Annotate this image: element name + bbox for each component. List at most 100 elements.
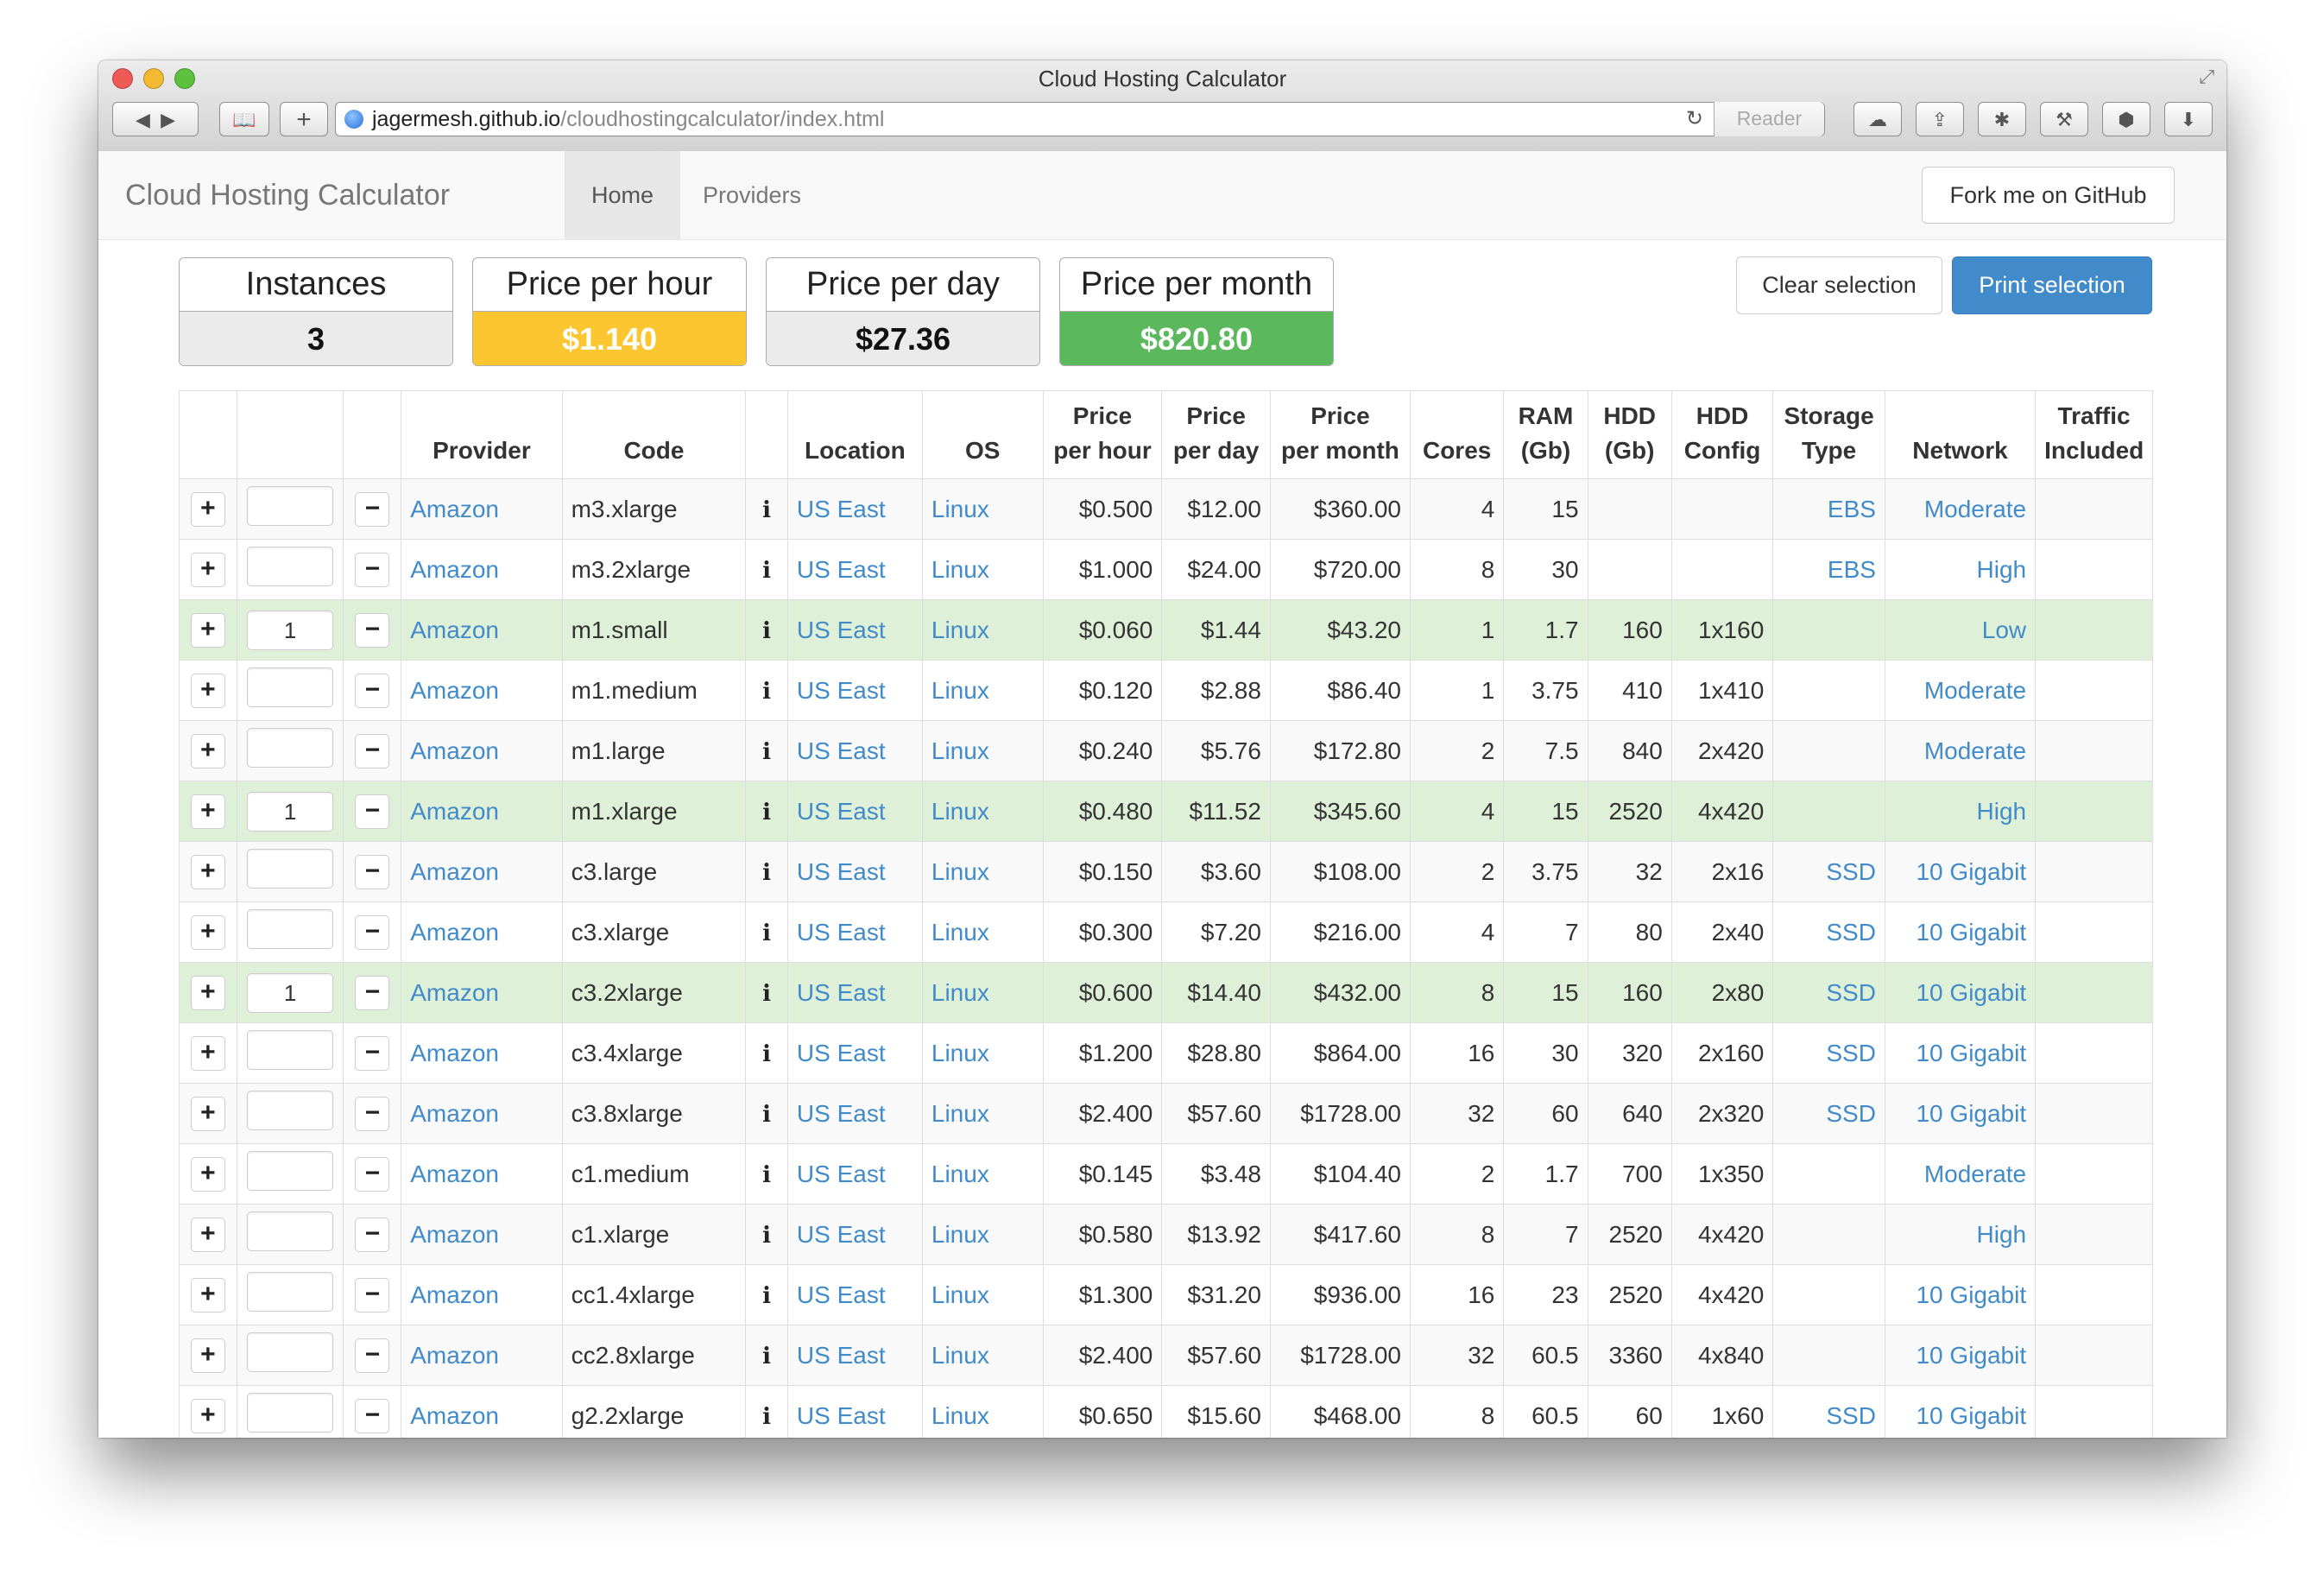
decrement-button[interactable]: − <box>355 1217 390 1252</box>
increment-button[interactable]: + <box>190 491 225 527</box>
col-ram[interactable]: RAM (Gb) <box>1503 390 1588 479</box>
network-link[interactable]: High <box>1884 539 2037 600</box>
location-link[interactable]: US East <box>786 781 923 842</box>
network-link[interactable]: Moderate <box>1884 660 2037 721</box>
increment-button[interactable]: + <box>190 1035 225 1071</box>
quantity-input[interactable] <box>247 1393 334 1433</box>
info-icon[interactable]: i <box>762 1041 771 1067</box>
col-price-month[interactable]: Price per month <box>1269 390 1411 479</box>
provider-link[interactable]: Amazon <box>401 781 563 842</box>
info-icon[interactable]: i <box>762 558 771 584</box>
info-icon[interactable]: i <box>762 981 771 1007</box>
decrement-button[interactable]: − <box>355 914 390 950</box>
col-cores[interactable]: Cores <box>1409 390 1505 479</box>
location-link[interactable]: US East <box>786 1325 923 1386</box>
decrement-button[interactable]: − <box>355 673 390 708</box>
os-link[interactable]: Linux <box>921 841 1044 902</box>
shield-icon[interactable]: ⬢ <box>2102 102 2150 136</box>
puzzle-icon[interactable]: ✱ <box>1978 102 2026 136</box>
decrement-button[interactable]: − <box>355 1398 390 1433</box>
location-link[interactable]: US East <box>786 660 923 721</box>
increment-button[interactable]: + <box>190 1217 225 1252</box>
quantity-input[interactable]: 1 <box>247 791 334 832</box>
increment-button[interactable]: + <box>190 1338 225 1373</box>
provider-link[interactable]: Amazon <box>401 1022 563 1084</box>
os-link[interactable]: Linux <box>921 539 1044 600</box>
col-price-hour[interactable]: Price per hour <box>1042 390 1163 479</box>
storage-type-link[interactable] <box>1772 720 1885 781</box>
col-provider[interactable]: Provider <box>401 390 563 479</box>
os-link[interactable]: Linux <box>921 1083 1044 1144</box>
provider-link[interactable]: Amazon <box>401 1083 563 1144</box>
storage-type-link[interactable]: SSD <box>1772 901 1885 963</box>
os-link[interactable]: Linux <box>921 720 1044 781</box>
decrement-button[interactable]: − <box>355 794 390 829</box>
storage-type-link[interactable]: SSD <box>1772 1385 1885 1438</box>
nav-item-providers[interactable]: Providers <box>703 151 801 239</box>
increment-button[interactable]: + <box>190 1096 225 1131</box>
storage-type-link[interactable] <box>1772 1204 1885 1265</box>
os-link[interactable]: Linux <box>921 1022 1044 1084</box>
os-link[interactable]: Linux <box>921 1143 1044 1205</box>
network-link[interactable]: 10 Gigabit <box>1884 1083 2037 1144</box>
increment-button[interactable]: + <box>190 552 225 587</box>
os-link[interactable]: Linux <box>921 1204 1044 1265</box>
location-link[interactable]: US East <box>786 539 923 600</box>
os-link[interactable]: Linux <box>921 781 1044 842</box>
info-icon[interactable]: i <box>762 1102 771 1128</box>
cloud-icon[interactable]: ☁ <box>1854 102 1902 136</box>
decrement-button[interactable]: − <box>355 975 390 1010</box>
location-link[interactable]: US East <box>786 1264 923 1325</box>
location-link[interactable]: US East <box>786 901 923 963</box>
quantity-input[interactable] <box>247 667 334 707</box>
quantity-input[interactable] <box>247 547 334 586</box>
network-link[interactable]: 10 Gigabit <box>1884 1264 2037 1325</box>
os-link[interactable]: Linux <box>921 1325 1044 1386</box>
nav-item-home[interactable]: Home <box>565 151 680 239</box>
location-link[interactable]: US East <box>786 599 923 661</box>
col-storage-type[interactable]: Storage Type <box>1772 390 1885 479</box>
quantity-input[interactable] <box>247 849 334 889</box>
provider-link[interactable]: Amazon <box>401 962 563 1023</box>
os-link[interactable]: Linux <box>921 901 1044 963</box>
decrement-button[interactable]: − <box>355 491 390 527</box>
os-link[interactable]: Linux <box>921 962 1044 1023</box>
network-link[interactable]: Moderate <box>1884 478 2037 540</box>
location-link[interactable]: US East <box>786 1204 923 1265</box>
provider-link[interactable]: Amazon <box>401 841 563 902</box>
col-hdd-config[interactable]: HDD Config <box>1670 390 1774 479</box>
network-link[interactable]: Moderate <box>1884 1143 2037 1205</box>
location-link[interactable]: US East <box>786 1022 923 1084</box>
col-os[interactable]: OS <box>921 390 1044 479</box>
network-link[interactable]: Moderate <box>1884 720 2037 781</box>
decrement-button[interactable]: − <box>355 1277 390 1312</box>
back-arrow-icon[interactable]: ◀ <box>136 109 150 130</box>
info-icon[interactable]: i <box>762 920 771 946</box>
network-link[interactable]: Low <box>1884 599 2037 661</box>
provider-link[interactable]: Amazon <box>401 1325 563 1386</box>
fullscreen-icon[interactable]: ⤢ <box>2199 66 2214 88</box>
network-link[interactable]: 10 Gigabit <box>1884 1022 2037 1084</box>
increment-button[interactable]: + <box>190 1398 225 1433</box>
increment-button[interactable]: + <box>190 975 225 1010</box>
decrement-button[interactable]: − <box>355 1156 390 1192</box>
storage-type-link[interactable]: SSD <box>1772 841 1885 902</box>
info-icon[interactable]: i <box>762 1162 771 1188</box>
storage-type-link[interactable] <box>1772 781 1885 842</box>
provider-link[interactable]: Amazon <box>401 1204 563 1265</box>
network-link[interactable]: 10 Gigabit <box>1884 1325 2037 1386</box>
increment-button[interactable]: + <box>190 794 225 829</box>
quantity-input[interactable]: 1 <box>247 610 334 650</box>
provider-link[interactable]: Amazon <box>401 901 563 963</box>
bookmarks-book-icon[interactable]: 📖 <box>219 102 269 136</box>
quantity-input[interactable] <box>247 728 334 768</box>
col-network[interactable]: Network <box>1884 390 2037 479</box>
share-icon[interactable]: ⇪ <box>1916 102 1964 136</box>
increment-button[interactable]: + <box>190 914 225 950</box>
quantity-input[interactable] <box>247 1091 334 1130</box>
provider-link[interactable]: Amazon <box>401 720 563 781</box>
os-link[interactable]: Linux <box>921 599 1044 661</box>
quantity-input[interactable] <box>247 1030 334 1070</box>
brand-title[interactable]: Cloud Hosting Calculator <box>125 151 450 239</box>
location-link[interactable]: US East <box>786 1385 923 1438</box>
